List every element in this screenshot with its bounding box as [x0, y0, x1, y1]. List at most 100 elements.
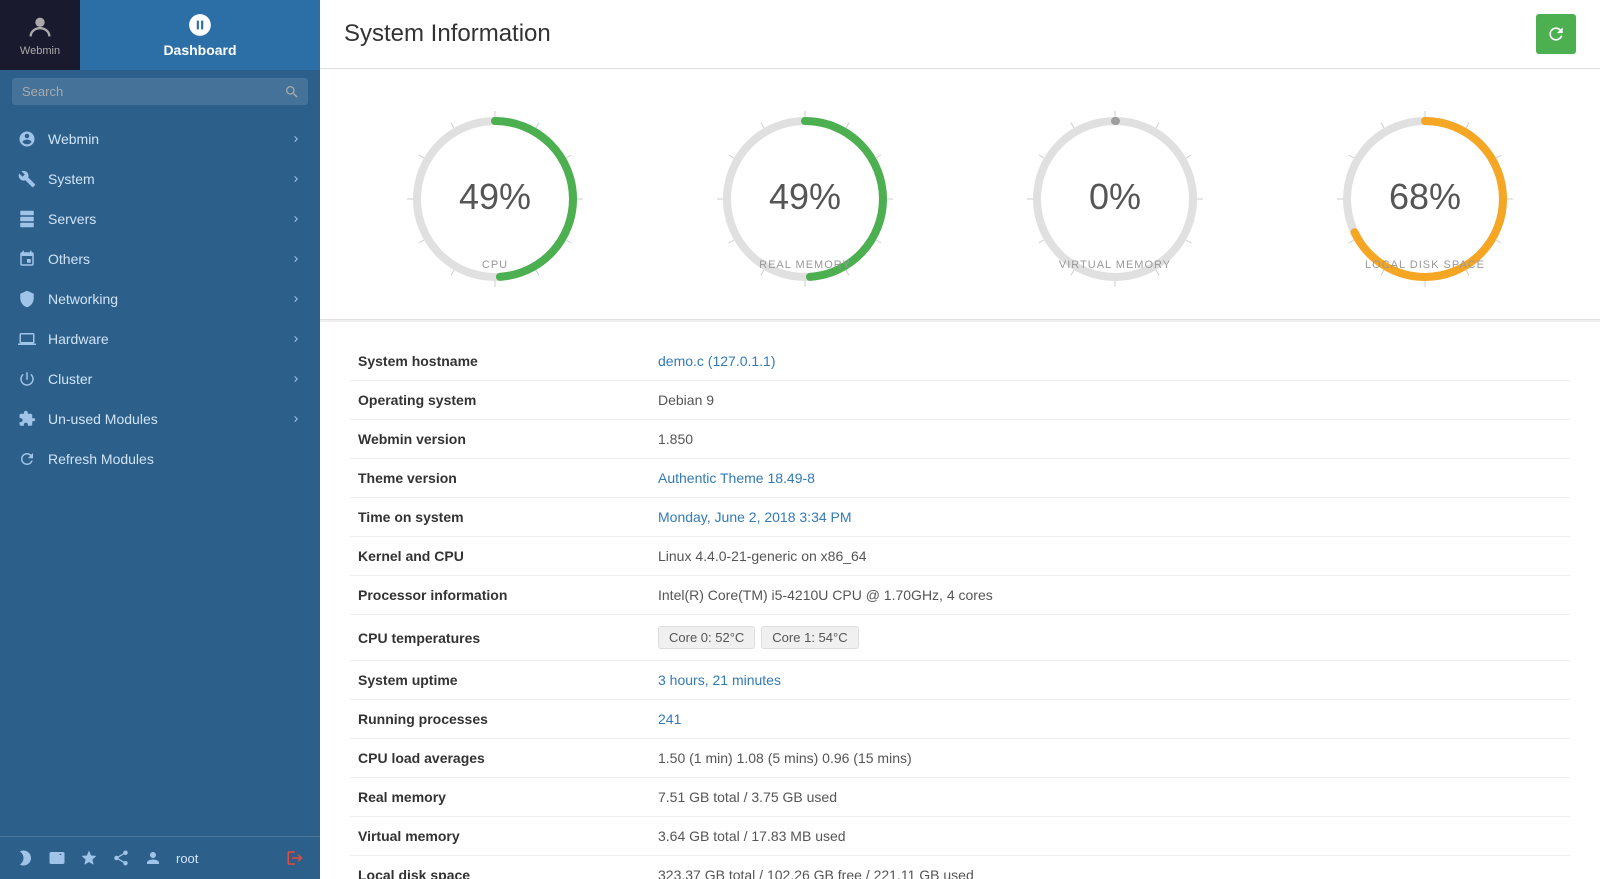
table-row: Theme versionAuthentic Theme 18.49-8 — [350, 459, 1570, 498]
sidebar-item-networking[interactable]: Networking — [0, 279, 320, 319]
table-row: Virtual memory3.64 GB total / 17.83 MB u… — [350, 817, 1570, 856]
info-link[interactable]: Monday, June 2, 2018 3:34 PM — [658, 509, 852, 525]
info-row-value: 1.850 — [650, 420, 1570, 459]
virtual-memory-percent: 0% — [1089, 176, 1141, 218]
sidebar-item-unused-modules[interactable]: Un-used Modules — [0, 399, 320, 439]
table-row: CPU temperaturesCore 0: 52°CCore 1: 54°C — [350, 615, 1570, 661]
sidebar-search-container — [0, 70, 320, 113]
table-row: Local disk space323.37 GB total / 102.26… — [350, 856, 1570, 879]
sidebar-item-others[interactable]: Others — [0, 239, 320, 279]
share-icon — [112, 849, 130, 867]
sidebar-item-refresh-label: Refresh Modules — [48, 451, 154, 467]
info-row-label: CPU load averages — [350, 739, 650, 778]
gauges-section: 49% CPU — [320, 69, 1600, 320]
star-icon-btn[interactable] — [80, 849, 98, 867]
main-header: System Information — [320, 0, 1600, 69]
sidebar-item-webmin[interactable]: Webmin — [0, 119, 320, 159]
chevron-right-icon — [290, 133, 302, 145]
sidebar-webmin-label: Webmin — [20, 45, 60, 57]
info-row-label: Processor information — [350, 576, 650, 615]
sidebar-item-refresh-modules[interactable]: Refresh Modules — [0, 439, 320, 479]
info-row-label: Time on system — [350, 498, 650, 537]
info-row-value: 3 hours, 21 minutes — [650, 661, 1570, 700]
table-row: Operating systemDebian 9 — [350, 381, 1570, 420]
info-link[interactable]: 3 hours, 21 minutes — [658, 672, 781, 688]
user-icon — [144, 849, 162, 867]
info-link[interactable]: 241 — [658, 711, 681, 727]
wrench-icon — [18, 170, 36, 188]
sidebar-item-system[interactable]: System — [0, 159, 320, 199]
info-row-label: Running processes — [350, 700, 650, 739]
terminal-icon — [48, 849, 66, 867]
main-content: System Information — [320, 0, 1600, 879]
sidebar-dashboard-label: Dashboard — [163, 42, 236, 58]
logout-icon — [286, 849, 304, 867]
sidebar-item-hardware[interactable]: Hardware — [0, 319, 320, 359]
refresh-icon — [18, 450, 36, 468]
hardware-icon — [18, 330, 36, 348]
chevron-right-icon — [290, 333, 302, 345]
pin-icon — [18, 250, 36, 268]
cpu-gauge-label: CPU — [482, 259, 508, 271]
info-row-value: Intel(R) Core(TM) i5-4210U CPU @ 1.70GHz… — [650, 576, 1570, 615]
table-row: Webmin version1.850 — [350, 420, 1570, 459]
page-title: System Information — [344, 20, 551, 48]
disk-space-percent: 68% — [1389, 176, 1461, 218]
sidebar-bottom: root — [0, 836, 320, 879]
gauge-virtual-memory: 0% VIRTUAL MEMORY — [1015, 99, 1215, 299]
refresh-icon — [1546, 24, 1566, 44]
info-table-body: System hostname demo.c (127.0.1.1) Operati… — [350, 342, 1570, 879]
sidebar-dashboard[interactable]: Dashboard — [80, 0, 320, 70]
chevron-right-icon — [290, 213, 302, 225]
info-row-value: 1.50 (1 min) 1.08 (5 mins) 0.96 (15 mins… — [650, 739, 1570, 778]
info-row-label: Virtual memory — [350, 817, 650, 856]
info-row-value: 241 — [650, 700, 1570, 739]
info-row-value: Debian 9 — [650, 381, 1570, 420]
sidebar-item-hardware-label: Hardware — [48, 331, 109, 347]
info-row-label: Webmin version — [350, 420, 650, 459]
sidebar-item-servers[interactable]: Servers — [0, 199, 320, 239]
gauge-real-memory: 49% REAL MEMORY — [705, 99, 905, 299]
info-row-value: 323.37 GB total / 102.26 GB free / 221.1… — [650, 856, 1570, 879]
sidebar-nav: Webmin System Servers Others — [0, 113, 320, 836]
info-link[interactable]: demo.c (127.0.1.1) — [658, 353, 776, 369]
chevron-right-icon — [290, 413, 302, 425]
search-input[interactable] — [12, 78, 308, 105]
table-row: CPU load averages1.50 (1 min) 1.08 (5 mi… — [350, 739, 1570, 778]
real-memory-gauge-label: REAL MEMORY — [759, 259, 851, 271]
share-icon-btn[interactable] — [112, 849, 130, 867]
logout-icon-btn[interactable] — [286, 849, 304, 867]
sidebar-item-unused-label: Un-used Modules — [48, 411, 158, 427]
shield-icon — [18, 290, 36, 308]
chevron-right-icon — [290, 173, 302, 185]
moon-icon-btn[interactable] — [16, 849, 34, 867]
sidebar-webmin-logo[interactable]: Webmin — [0, 0, 80, 70]
info-row-label: System hostname — [350, 342, 650, 381]
info-row-value: Core 0: 52°CCore 1: 54°C — [650, 615, 1570, 661]
info-row-value: 7.51 GB total / 3.75 GB used — [650, 778, 1570, 817]
info-row-label: Real memory — [350, 778, 650, 817]
info-row-value: 3.64 GB total / 17.83 MB used — [650, 817, 1570, 856]
virtual-memory-gauge-label: VIRTUAL MEMORY — [1059, 259, 1171, 271]
dashboard-icon — [187, 12, 213, 38]
table-row: Processor informationIntel(R) Core(TM) i… — [350, 576, 1570, 615]
temp-badge: Core 0: 52°C — [658, 626, 755, 649]
sidebar-item-cluster[interactable]: Cluster — [0, 359, 320, 399]
refresh-button[interactable] — [1536, 14, 1576, 54]
table-row: Time on system Monday, June 2, 2018 3:34 … — [350, 498, 1570, 537]
info-link[interactable]: Authentic Theme 18.49-8 — [658, 470, 815, 486]
info-row-value: Authentic Theme 18.49-8 — [650, 459, 1570, 498]
sidebar-header: Webmin Dashboard — [0, 0, 320, 70]
sidebar-item-networking-label: Networking — [48, 291, 118, 307]
sidebar-item-others-label: Others — [48, 251, 90, 267]
chevron-right-icon — [290, 373, 302, 385]
sidebar: Webmin Dashboard Webmin — [0, 0, 320, 879]
sidebar-item-system-label: System — [48, 171, 95, 187]
terminal-icon-btn[interactable] — [48, 849, 66, 867]
chevron-right-icon — [290, 253, 302, 265]
moon-icon — [16, 849, 34, 867]
user-icon-btn[interactable] — [144, 849, 162, 867]
table-row: Running processes 241 — [350, 700, 1570, 739]
info-row-label: Kernel and CPU — [350, 537, 650, 576]
webmin-icon — [26, 13, 54, 41]
